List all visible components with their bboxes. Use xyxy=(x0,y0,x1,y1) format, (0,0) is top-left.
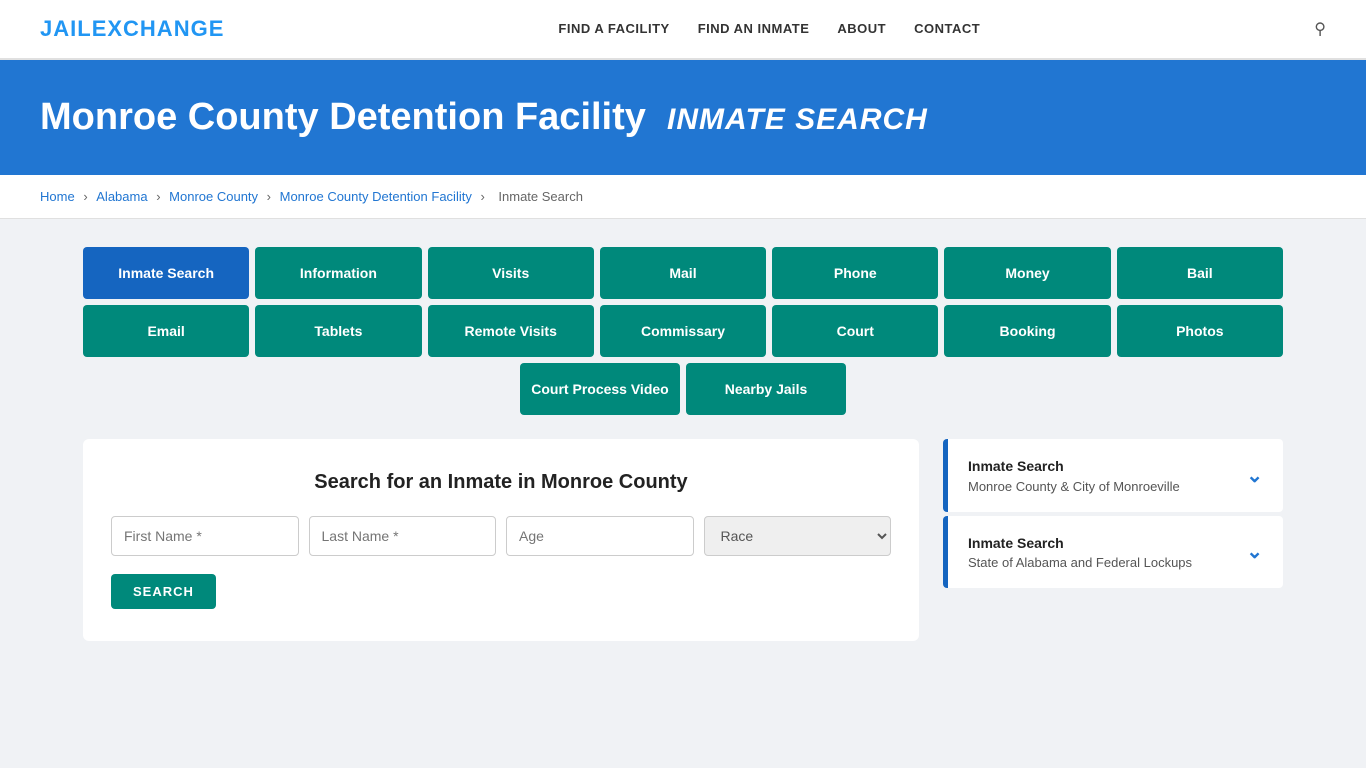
breadcrumb-sep1: › xyxy=(83,189,91,204)
tab-court[interactable]: Court xyxy=(772,305,938,357)
breadcrumb: Home › Alabama › Monroe County › Monroe … xyxy=(0,175,1366,219)
first-name-input[interactable] xyxy=(111,516,299,556)
nav-links: FIND A FACILITY FIND AN INMATE ABOUT CONTAC… xyxy=(558,20,980,38)
navbar: JAILEXCHANGE FIND A FACILITY FIND AN INMA… xyxy=(0,0,1366,60)
page-type: INMATE SEARCH xyxy=(667,103,928,136)
sidebar-card-1-subtitle: Monroe County & City of Monroeville xyxy=(968,479,1180,494)
hero-section: Monroe County Detention Facility INMATE … xyxy=(0,60,1366,175)
sidebar-card-2-title: Inmate Search xyxy=(968,534,1192,554)
breadcrumb-sep4: › xyxy=(480,189,488,204)
tab-remote-visits[interactable]: Remote Visits xyxy=(428,305,594,357)
sidebar-card-2-header[interactable]: Inmate Search State of Alabama and Feder… xyxy=(948,516,1283,589)
content-area: Search for an Inmate in Monroe County Ra… xyxy=(83,439,1283,641)
brand-logo[interactable]: JAILEXCHANGE xyxy=(40,16,224,42)
tab-inmate-search[interactable]: Inmate Search xyxy=(83,247,249,299)
sidebar-card-2-text: Inmate Search State of Alabama and Feder… xyxy=(968,534,1192,571)
sidebar-card-1-text: Inmate Search Monroe County & City of Mo… xyxy=(968,457,1180,494)
hero-heading: Monroe County Detention Facility INMATE … xyxy=(40,96,1326,139)
tab-information[interactable]: Information xyxy=(255,247,421,299)
nav-link-about[interactable]: ABOUT xyxy=(837,21,886,36)
breadcrumb-home[interactable]: Home xyxy=(40,189,75,204)
nav-link-contact[interactable]: CONTACT xyxy=(914,21,980,36)
breadcrumb-county[interactable]: Monroe County xyxy=(169,189,258,204)
tab-photos[interactable]: Photos xyxy=(1117,305,1283,357)
tabs-row-1: Inmate Search Information Visits Mail Ph… xyxy=(83,247,1283,299)
race-select[interactable]: Race White Black Hispanic Asian Other xyxy=(704,516,892,556)
nav-link-find-an-inmate[interactable]: FIND AN INMATE xyxy=(698,21,810,36)
chevron-down-icon-2: ⌄ xyxy=(1246,539,1263,564)
chevron-down-icon-1: ⌄ xyxy=(1246,463,1263,488)
age-input[interactable] xyxy=(506,516,694,556)
tab-booking[interactable]: Booking xyxy=(944,305,1110,357)
tabs-row-2: Email Tablets Remote Visits Commissary C… xyxy=(83,305,1283,357)
sidebar-card-1: Inmate Search Monroe County & City of Mo… xyxy=(943,439,1283,512)
tab-money[interactable]: Money xyxy=(944,247,1110,299)
tab-tablets[interactable]: Tablets xyxy=(255,305,421,357)
tabs-row-3: Court Process Video Nearby Jails xyxy=(83,363,1283,415)
nav-link-find-a-facility[interactable]: FIND A FACILITY xyxy=(558,21,669,36)
search-button[interactable]: SEARCH xyxy=(111,574,216,609)
tab-commissary[interactable]: Commissary xyxy=(600,305,766,357)
tab-nearby-jails[interactable]: Nearby Jails xyxy=(686,363,846,415)
brand-part1: JAIL xyxy=(40,16,92,41)
search-icon[interactable]: ⚲ xyxy=(1314,19,1326,39)
search-panel: Search for an Inmate in Monroe County Ra… xyxy=(83,439,919,641)
breadcrumb-current: Inmate Search xyxy=(498,189,583,204)
brand-part2: EXCHANGE xyxy=(92,16,225,41)
tab-phone[interactable]: Phone xyxy=(772,247,938,299)
breadcrumb-sep3: › xyxy=(267,189,275,204)
sidebar-card-2: Inmate Search State of Alabama and Feder… xyxy=(943,516,1283,589)
breadcrumb-alabama[interactable]: Alabama xyxy=(96,189,147,204)
search-heading: Search for an Inmate in Monroe County xyxy=(111,471,891,494)
sidebar-card-1-title: Inmate Search xyxy=(968,457,1180,477)
main-content: Inmate Search Information Visits Mail Ph… xyxy=(43,219,1323,669)
facility-name: Monroe County Detention Facility xyxy=(40,96,646,138)
tab-email[interactable]: Email xyxy=(83,305,249,357)
tab-court-process-video[interactable]: Court Process Video xyxy=(520,363,680,415)
sidebar-card-1-header[interactable]: Inmate Search Monroe County & City of Mo… xyxy=(948,439,1283,512)
tabs-section: Inmate Search Information Visits Mail Ph… xyxy=(83,247,1283,415)
breadcrumb-sep2: › xyxy=(156,189,164,204)
sidebar: Inmate Search Monroe County & City of Mo… xyxy=(943,439,1283,592)
tab-bail[interactable]: Bail xyxy=(1117,247,1283,299)
tab-visits[interactable]: Visits xyxy=(428,247,594,299)
search-fields: Race White Black Hispanic Asian Other xyxy=(111,516,891,556)
last-name-input[interactable] xyxy=(309,516,497,556)
tab-mail[interactable]: Mail xyxy=(600,247,766,299)
sidebar-card-2-subtitle: State of Alabama and Federal Lockups xyxy=(968,555,1192,570)
breadcrumb-facility[interactable]: Monroe County Detention Facility xyxy=(280,189,472,204)
